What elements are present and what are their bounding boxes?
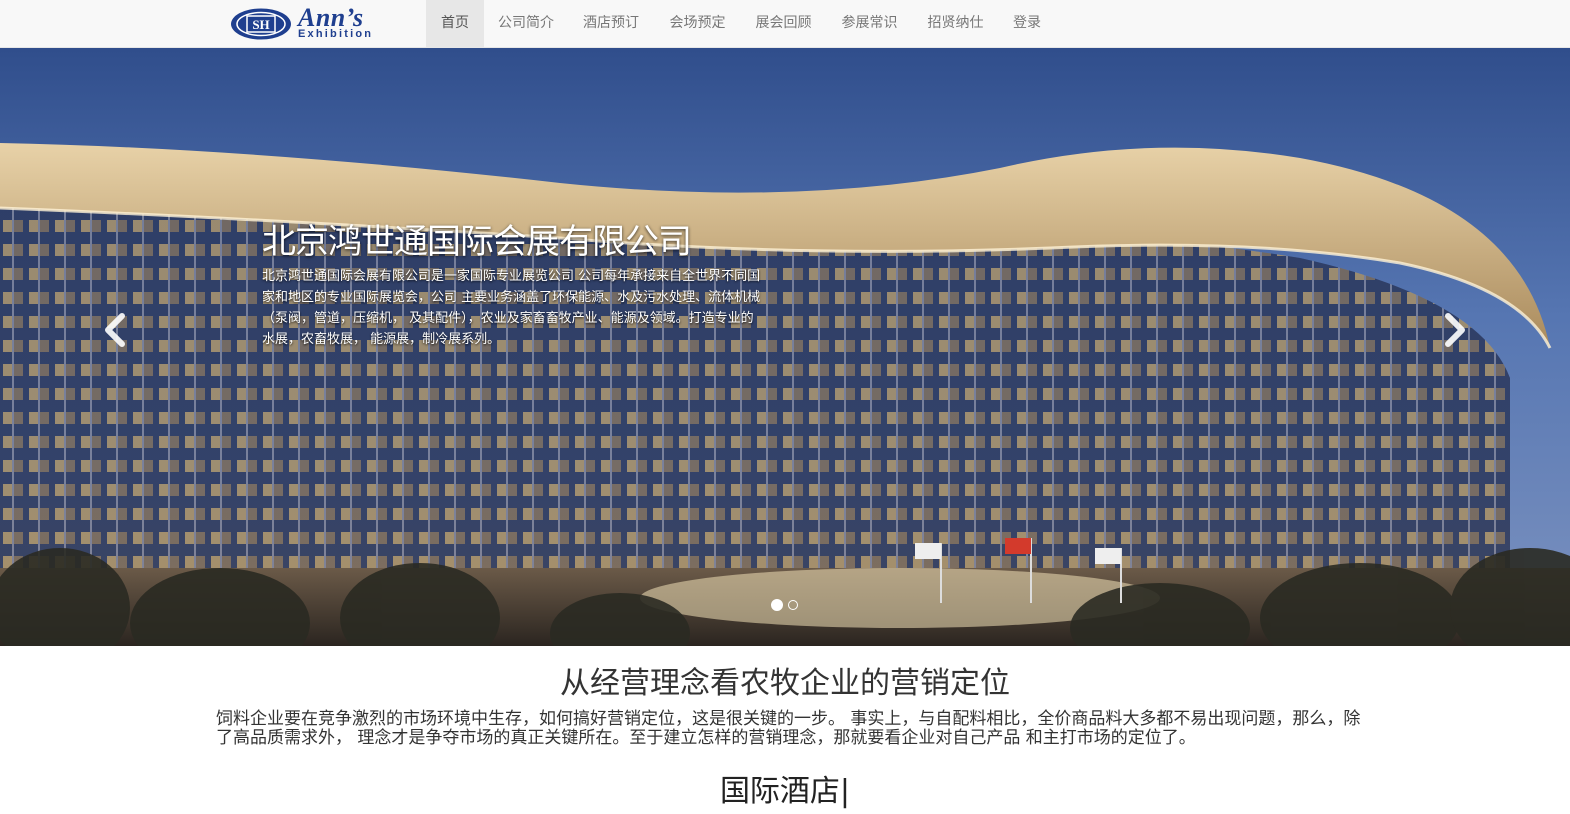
logo-emblem-icon: SH [231,8,291,40]
nav-item-careers[interactable]: 招贤纳仕 [913,0,998,47]
top-navbar: SH Ann’s Exhibition 首页 公司简介 酒店预订 会场预定 展会回顾 参展… [0,0,1570,48]
chevron-right-icon [1445,313,1465,347]
nav-item-home[interactable]: 首页 [426,0,484,47]
nav-item-tips[interactable]: 参展常识 [827,0,912,47]
nav-item-login[interactable]: 登录 [999,0,1055,47]
nav-item-venue-booking[interactable]: 会场预定 [655,0,740,47]
nav-item-hotel-booking[interactable]: 酒店预订 [569,0,653,47]
brand-logo[interactable]: SH Ann’s Exhibition [230,4,415,42]
carousel-indicator-1[interactable] [771,599,783,611]
svg-text:SH: SH [252,17,269,32]
nav-item-review[interactable]: 展会回顾 [741,0,826,47]
article-title: 从经营理念看农牧企业的营销定位 [560,666,1010,701]
carousel-next-button[interactable] [1436,310,1472,350]
hero-description: 北京鸿世通国际会展有限公司是一家国际专业展览公司 公司每年承接来自全世界不同国家… [262,269,761,347]
hotel-section-title: 国际酒店| [719,774,851,809]
carousel-prev-button[interactable] [98,310,134,350]
hero-hotel-image [0,48,1570,646]
chevron-left-icon [105,313,125,347]
hero-carousel: 北京鸿世通国际会展有限公司 北京鸿世通国际会展有限公司是一家国际专业展览公司 公… [0,48,1570,646]
logo-sub-text: Exhibition [298,28,374,40]
nav-item-about[interactable]: 公司简介 [484,0,568,47]
hero-title: 北京鸿世通国际会展有限公司 [262,222,692,262]
article-body: 饲料企业要在竞争激烈的市场环境中生存，如何搞好营销定位，这是很关键的一步。 事实… [216,709,1361,748]
carousel-indicator-2[interactable] [788,600,798,610]
